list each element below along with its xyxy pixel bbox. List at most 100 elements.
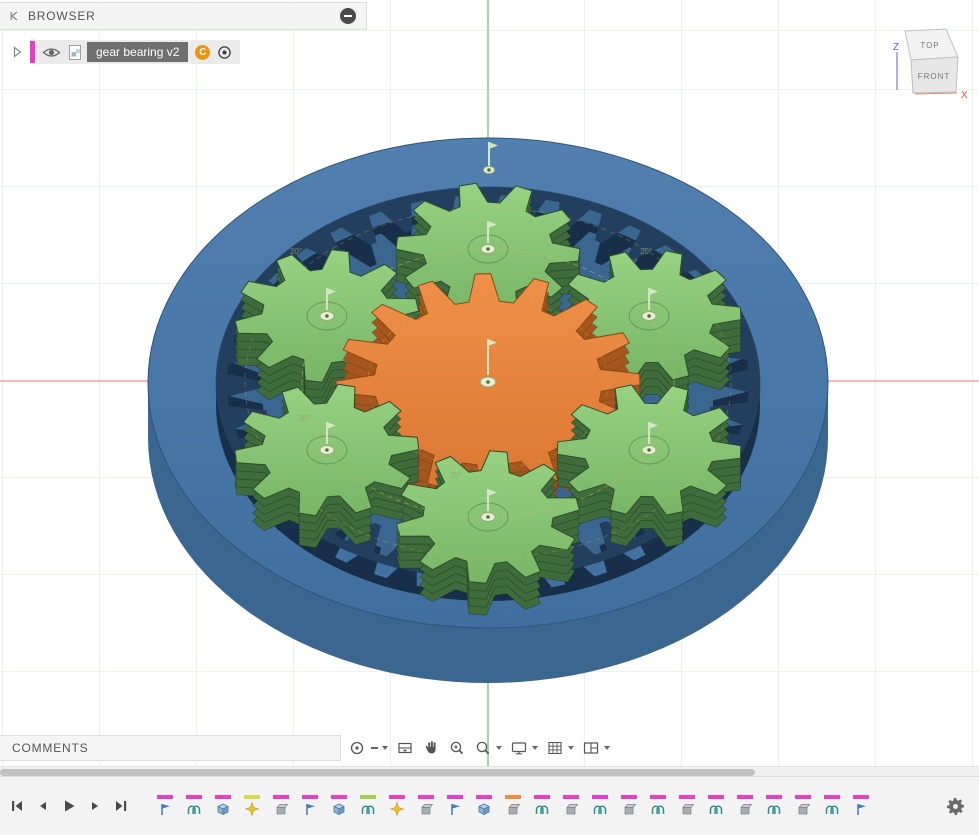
viewports-icon: [582, 739, 600, 757]
timeline-feature-extrude[interactable]: [736, 795, 754, 817]
timeline-feature-joint[interactable]: [359, 795, 377, 817]
extrude-icon: [679, 801, 695, 817]
chevron-down-icon[interactable]: [604, 746, 610, 750]
step-forward-icon: [88, 799, 102, 813]
extrude-icon: [795, 801, 811, 817]
scrollbar-thumb[interactable]: [0, 769, 755, 776]
viewcube-top-label[interactable]: TOP: [920, 41, 939, 50]
feature-marker-bar: [215, 795, 231, 799]
feature-marker-bar: [505, 795, 521, 799]
comments-panel[interactable]: COMMENTS: [0, 735, 341, 761]
go-to-start-button[interactable]: [10, 799, 24, 813]
timeline-feature-component[interactable]: [214, 795, 232, 817]
step-back-button[interactable]: [36, 799, 50, 813]
gear-bearing-model[interactable]: 20° 20° 20° 20°: [0, 0, 979, 835]
angle-annotation: 20°: [290, 247, 302, 256]
timeline-feature-joint[interactable]: [823, 795, 841, 817]
sketch-icon: [447, 801, 463, 817]
pan-icon: [422, 739, 440, 757]
timeline-settings-gear-icon[interactable]: [946, 797, 965, 816]
timeline-feature-extrude[interactable]: [417, 795, 435, 817]
timeline-feature-component[interactable]: [330, 795, 348, 817]
nav-pan-button[interactable]: [422, 739, 440, 757]
timeline-feature-joint[interactable]: [707, 795, 725, 817]
zoom-icon: [474, 739, 492, 757]
visibility-eye-icon[interactable]: [42, 46, 61, 59]
timeline-feature-sketch[interactable]: [446, 795, 464, 817]
grid-display-icon: [546, 739, 564, 757]
collapse-node-button[interactable]: [340, 8, 356, 24]
nav-look-at-button[interactable]: [396, 739, 414, 757]
step-forward-button[interactable]: [88, 799, 102, 813]
view-cube[interactable]: Z TOP FRONT X: [869, 26, 969, 106]
feature-marker-bar: [331, 795, 347, 799]
extrude-icon: [737, 801, 753, 817]
feature-marker-bar: [447, 795, 463, 799]
timeline-feature-joint[interactable]: [185, 795, 203, 817]
timeline-feature-sketch[interactable]: [852, 795, 870, 817]
go-to-end-button[interactable]: [114, 799, 128, 813]
browser-root-row[interactable]: gear bearing v2 C: [12, 39, 240, 65]
component-name-label[interactable]: gear bearing v2: [87, 42, 188, 62]
chevron-down-icon[interactable]: [382, 746, 388, 750]
chevron-down-icon[interactable]: [496, 746, 502, 750]
timeline-feature-joint[interactable]: [765, 795, 783, 817]
go-to-start-icon: [10, 799, 24, 813]
timeline-feature-sketch[interactable]: [301, 795, 319, 817]
component-icon: [215, 801, 231, 817]
timeline-feature-joint[interactable]: [533, 795, 551, 817]
feature-marker-bar: [650, 795, 666, 799]
horizontal-scrollbar[interactable]: [0, 766, 979, 776]
nav-grid-display-button[interactable]: [546, 739, 574, 757]
collapse-panel-icon[interactable]: [10, 11, 20, 21]
feature-marker-bar: [244, 795, 260, 799]
joint-icon: [766, 801, 782, 817]
feature-marker-bar: [766, 795, 782, 799]
selection-accent-bar: [30, 41, 35, 63]
angle-annotation: 20°: [298, 414, 310, 423]
play-button[interactable]: [62, 799, 76, 813]
timeline-feature-joint[interactable]: [649, 795, 667, 817]
feature-marker-bar: [273, 795, 289, 799]
feature-marker-bar: [563, 795, 579, 799]
context-badge[interactable]: C: [195, 45, 210, 60]
nav-zoom-window-button[interactable]: [448, 739, 466, 757]
canvas-3d[interactable]: 20° 20° 20° 20°: [0, 0, 979, 835]
timeline-feature-sketch[interactable]: [156, 795, 174, 817]
nav-viewports-button[interactable]: [582, 739, 610, 757]
feature-marker-bar: [592, 795, 608, 799]
zoom-window-icon: [448, 739, 466, 757]
step-back-icon: [36, 799, 50, 813]
timeline-feature-list: [156, 795, 870, 817]
viewcube-front-label[interactable]: FRONT: [918, 72, 951, 81]
nav-zoom-button[interactable]: [474, 739, 502, 757]
timeline-feature-extrude[interactable]: [272, 795, 290, 817]
joint-icon: [360, 801, 376, 817]
timeline-feature-extrude[interactable]: [504, 795, 522, 817]
chevron-down-icon[interactable]: [532, 746, 538, 750]
timeline-feature-joint[interactable]: [591, 795, 609, 817]
nav-display-settings-button[interactable]: [510, 739, 538, 757]
comments-title: COMMENTS: [12, 741, 88, 755]
timeline-feature-extrude[interactable]: [562, 795, 580, 817]
angle-annotation: 20°: [640, 247, 652, 256]
angle-annotation: 20°: [450, 471, 462, 480]
browser-panel-header: BROWSER: [0, 2, 367, 30]
feature-marker-bar: [360, 795, 376, 799]
feature-marker-bar: [302, 795, 318, 799]
timeline-feature-component[interactable]: [475, 795, 493, 817]
chevron-down-icon[interactable]: [568, 746, 574, 750]
component-icon: [476, 801, 492, 817]
timeline-feature-feature-star[interactable]: [388, 795, 406, 817]
browser-row-strip: gear bearing v2 C: [30, 40, 240, 64]
z-axis-label: Z: [893, 42, 899, 53]
timeline-feature-extrude[interactable]: [620, 795, 638, 817]
display-settings-icon: [510, 739, 528, 757]
activate-component-radio-icon[interactable]: [217, 45, 232, 60]
timeline-feature-feature-star[interactable]: [243, 795, 261, 817]
timeline-feature-extrude[interactable]: [794, 795, 812, 817]
timeline-feature-extrude[interactable]: [678, 795, 696, 817]
nav-orbit-button[interactable]: [348, 739, 388, 757]
feature-marker-bar: [795, 795, 811, 799]
expand-chevron-icon[interactable]: [12, 46, 23, 58]
